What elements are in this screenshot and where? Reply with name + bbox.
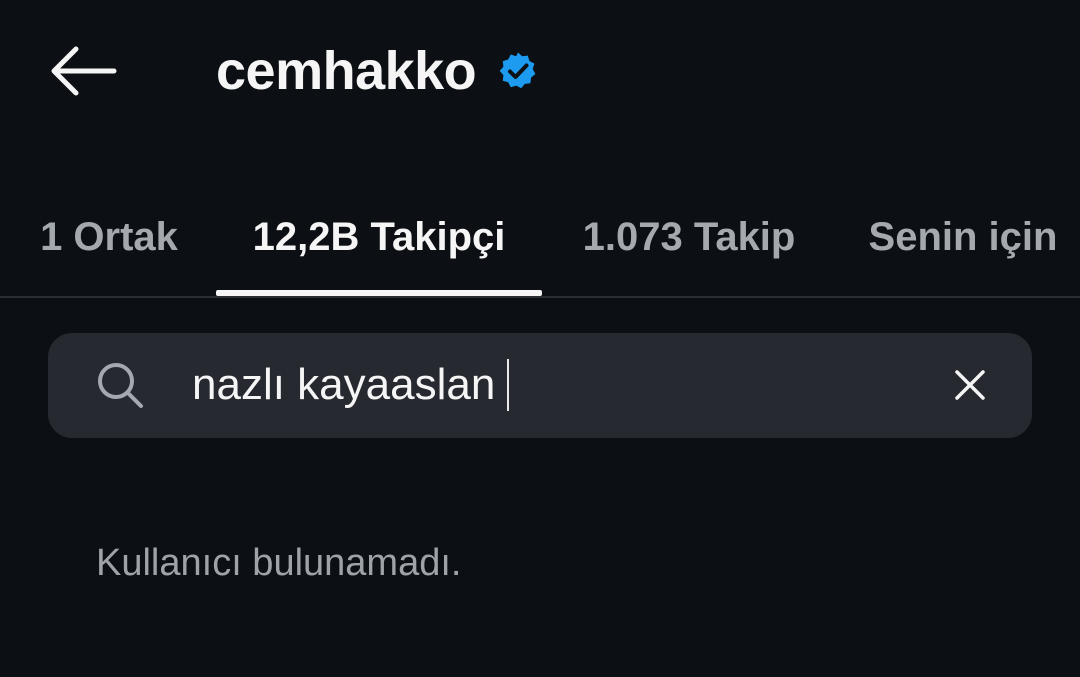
clear-search-button[interactable] [940, 355, 1000, 415]
tab-following[interactable]: 1.073 Takip [560, 178, 818, 296]
verified-badge-icon [498, 51, 538, 91]
back-button[interactable] [38, 36, 128, 106]
arrow-left-icon[interactable] [48, 46, 118, 96]
no-results-message: Kullanıcı bulunamadı. [96, 542, 462, 584]
profile-title: cemhakko [216, 36, 538, 106]
search-query-text: nazlı kayaaslan [192, 360, 496, 409]
tab-mutual[interactable]: 1 Ortak [20, 178, 198, 296]
text-caret [507, 359, 510, 411]
active-tab-indicator [216, 290, 542, 296]
search-icon [94, 359, 146, 411]
header: cemhakko [0, 0, 1080, 150]
username: cemhakko [216, 41, 477, 101]
search-bar[interactable]: nazlı kayaaslan [48, 333, 1032, 438]
tab-bar: 1 Ortak 12,2B Takipçi 1.073 Takip Senin … [0, 178, 1080, 298]
tab-for-you[interactable]: Senin için [848, 178, 1078, 296]
search-input[interactable]: nazlı kayaaslan [192, 351, 932, 419]
tab-followers[interactable]: 12,2B Takipçi [216, 178, 542, 296]
screen: cemhakko 1 Ortak 12,2B Takipçi 1.073 Tak… [0, 0, 1080, 677]
close-icon[interactable] [953, 368, 987, 402]
